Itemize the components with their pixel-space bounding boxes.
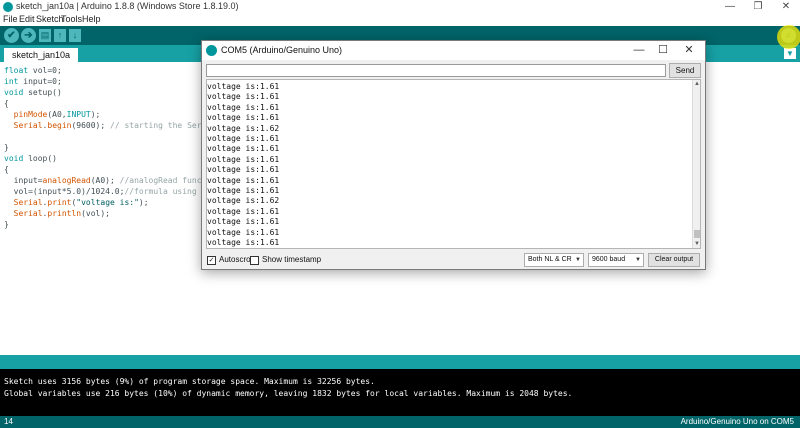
title-bar: sketch_jan10a | Arduino 1.8.8 (Windows S… xyxy=(0,0,800,13)
code-line: { xyxy=(4,99,9,108)
serial-output-line: voltage is:1.61 xyxy=(207,92,280,102)
menu-help[interactable]: Help xyxy=(82,14,101,24)
console-output: Sketch uses 3156 bytes (9%) of program s… xyxy=(0,369,800,416)
show-timestamp-checkbox[interactable] xyxy=(250,256,259,265)
serial-output-line: voltage is:1.62 xyxy=(207,196,280,206)
code-line: { xyxy=(4,165,9,174)
tab-sketch[interactable]: sketch_jan10a xyxy=(4,48,79,62)
serial-maximize-button[interactable]: ☐ xyxy=(652,43,674,58)
open-sketch-icon[interactable]: ↑ xyxy=(54,29,66,42)
serial-output-line: voltage is:1.61 xyxy=(207,102,280,112)
console-line: Sketch uses 3156 bytes (9%) of program s… xyxy=(4,377,375,386)
arduino-logo-icon xyxy=(206,45,217,56)
serial-close-button[interactable]: ✕ xyxy=(678,43,700,58)
serial-output-line: voltage is:1.61 xyxy=(207,217,280,227)
serial-output-line: voltage is:1.61 xyxy=(207,134,280,143)
scroll-down-icon[interactable]: ▼ xyxy=(693,240,700,248)
serial-output-line: voltage is:1.62 xyxy=(207,123,280,133)
save-sketch-icon[interactable]: ↓ xyxy=(69,29,81,42)
clear-output-button[interactable]: Clear output xyxy=(648,253,700,267)
serial-output-line: voltage is:1.61 xyxy=(207,154,280,164)
verify-icon[interactable]: ✔ xyxy=(4,28,19,43)
board-port-status: Arduino/Genuino Uno on COM5 xyxy=(680,417,794,426)
chevron-down-icon: ▼ xyxy=(635,257,641,263)
serial-output-line: voltage is:1.61 xyxy=(207,238,280,247)
menu-file[interactable]: File xyxy=(3,14,18,24)
serial-monitor-window: COM5 (Arduino/Genuino Uno) — ☐ ✕ Send vo… xyxy=(201,40,706,270)
scroll-up-icon[interactable]: ▲ xyxy=(693,80,700,88)
serial-scrollbar[interactable]: ▲ ▼ xyxy=(692,80,700,248)
code-line: } xyxy=(4,143,9,152)
serial-minimize-button[interactable]: — xyxy=(628,43,650,58)
serial-output-line: voltage is:1.61 xyxy=(207,113,280,123)
send-button[interactable]: Send xyxy=(669,63,701,78)
menu-tools[interactable]: Tools xyxy=(61,14,82,24)
code-line: vol=(input*5.0)/1024.0;//formula using r xyxy=(13,187,207,196)
autoscroll-label: Autoscroll xyxy=(219,255,255,264)
serial-output-line: voltage is:1.61 xyxy=(207,206,280,216)
new-sketch-icon[interactable]: ▤ xyxy=(39,29,51,42)
code-line: void loop() xyxy=(4,154,57,163)
serial-send-input[interactable] xyxy=(206,64,666,77)
code-line: void setup() xyxy=(4,88,62,97)
code-line: float vol=0; xyxy=(4,66,62,75)
line-ending-value: Both NL & CR xyxy=(528,256,572,263)
menu-sketch[interactable]: Sketch xyxy=(36,14,64,24)
code-line: } xyxy=(4,220,9,229)
code-line: input=analogRead(A0); //analogRead funct xyxy=(13,176,207,185)
baud-rate-value: 9600 baud xyxy=(592,256,626,263)
code-line: pinMode(A0,INPUT); xyxy=(13,110,101,119)
menu-edit[interactable]: Edit xyxy=(19,14,35,24)
arduino-logo-icon xyxy=(3,2,13,12)
line-number: 14 xyxy=(4,417,13,426)
upload-icon[interactable]: ➔ xyxy=(21,28,36,43)
serial-monitor-title: COM5 (Arduino/Genuino Uno) xyxy=(221,45,343,55)
serial-output-line: voltage is:1.61 xyxy=(207,165,280,175)
code-line: Serial.begin(9600); // starting the Seri xyxy=(13,121,207,130)
window-title: sketch_jan10a | Arduino 1.8.8 (Windows S… xyxy=(16,1,239,11)
code-line: Serial.println(vol); xyxy=(13,209,110,218)
mouse-cursor-highlight xyxy=(777,25,800,49)
scroll-thumb[interactable] xyxy=(694,230,700,238)
baud-rate-select[interactable]: 9600 baud ▼ xyxy=(588,253,644,267)
line-ending-select[interactable]: Both NL & CR ▼ xyxy=(524,253,584,267)
close-button[interactable]: ✕ xyxy=(772,0,800,13)
code-line: Serial.print("voltage is:"); xyxy=(13,198,149,207)
serial-output-line: voltage is:1.61 xyxy=(207,82,280,91)
tab-menu-icon[interactable]: ▼ xyxy=(784,48,796,59)
serial-monitor-titlebar[interactable]: COM5 (Arduino/Genuino Uno) — ☐ ✕ xyxy=(202,41,705,60)
serial-output[interactable]: voltage is:1.61 voltage is:1.61 voltage is… xyxy=(206,79,701,249)
code-line: int input=0; xyxy=(4,77,62,86)
chevron-down-icon: ▼ xyxy=(575,257,581,263)
serial-output-line: voltage is:1.61 xyxy=(207,144,280,154)
minimize-button[interactable]: — xyxy=(716,0,744,13)
console-divider[interactable] xyxy=(0,355,800,369)
maximize-button[interactable]: ❐ xyxy=(744,0,772,13)
serial-output-line: voltage is:1.61 xyxy=(207,186,280,195)
serial-controls: ✓ Autoscroll Show timestamp Both NL & CR… xyxy=(202,251,705,270)
serial-output-line: voltage is:1.61 xyxy=(207,227,280,237)
show-timestamp-label: Show timestamp xyxy=(262,255,322,264)
status-bar: 14 Arduino/Genuino Uno on COM5 xyxy=(0,416,800,428)
console-line: Global variables use 216 bytes (10%) of … xyxy=(4,389,573,398)
serial-output-line: voltage is:1.61 xyxy=(207,175,280,185)
menu-bar: File Edit Sketch Tools Help xyxy=(0,13,800,26)
autoscroll-checkbox[interactable]: ✓ xyxy=(207,256,216,265)
